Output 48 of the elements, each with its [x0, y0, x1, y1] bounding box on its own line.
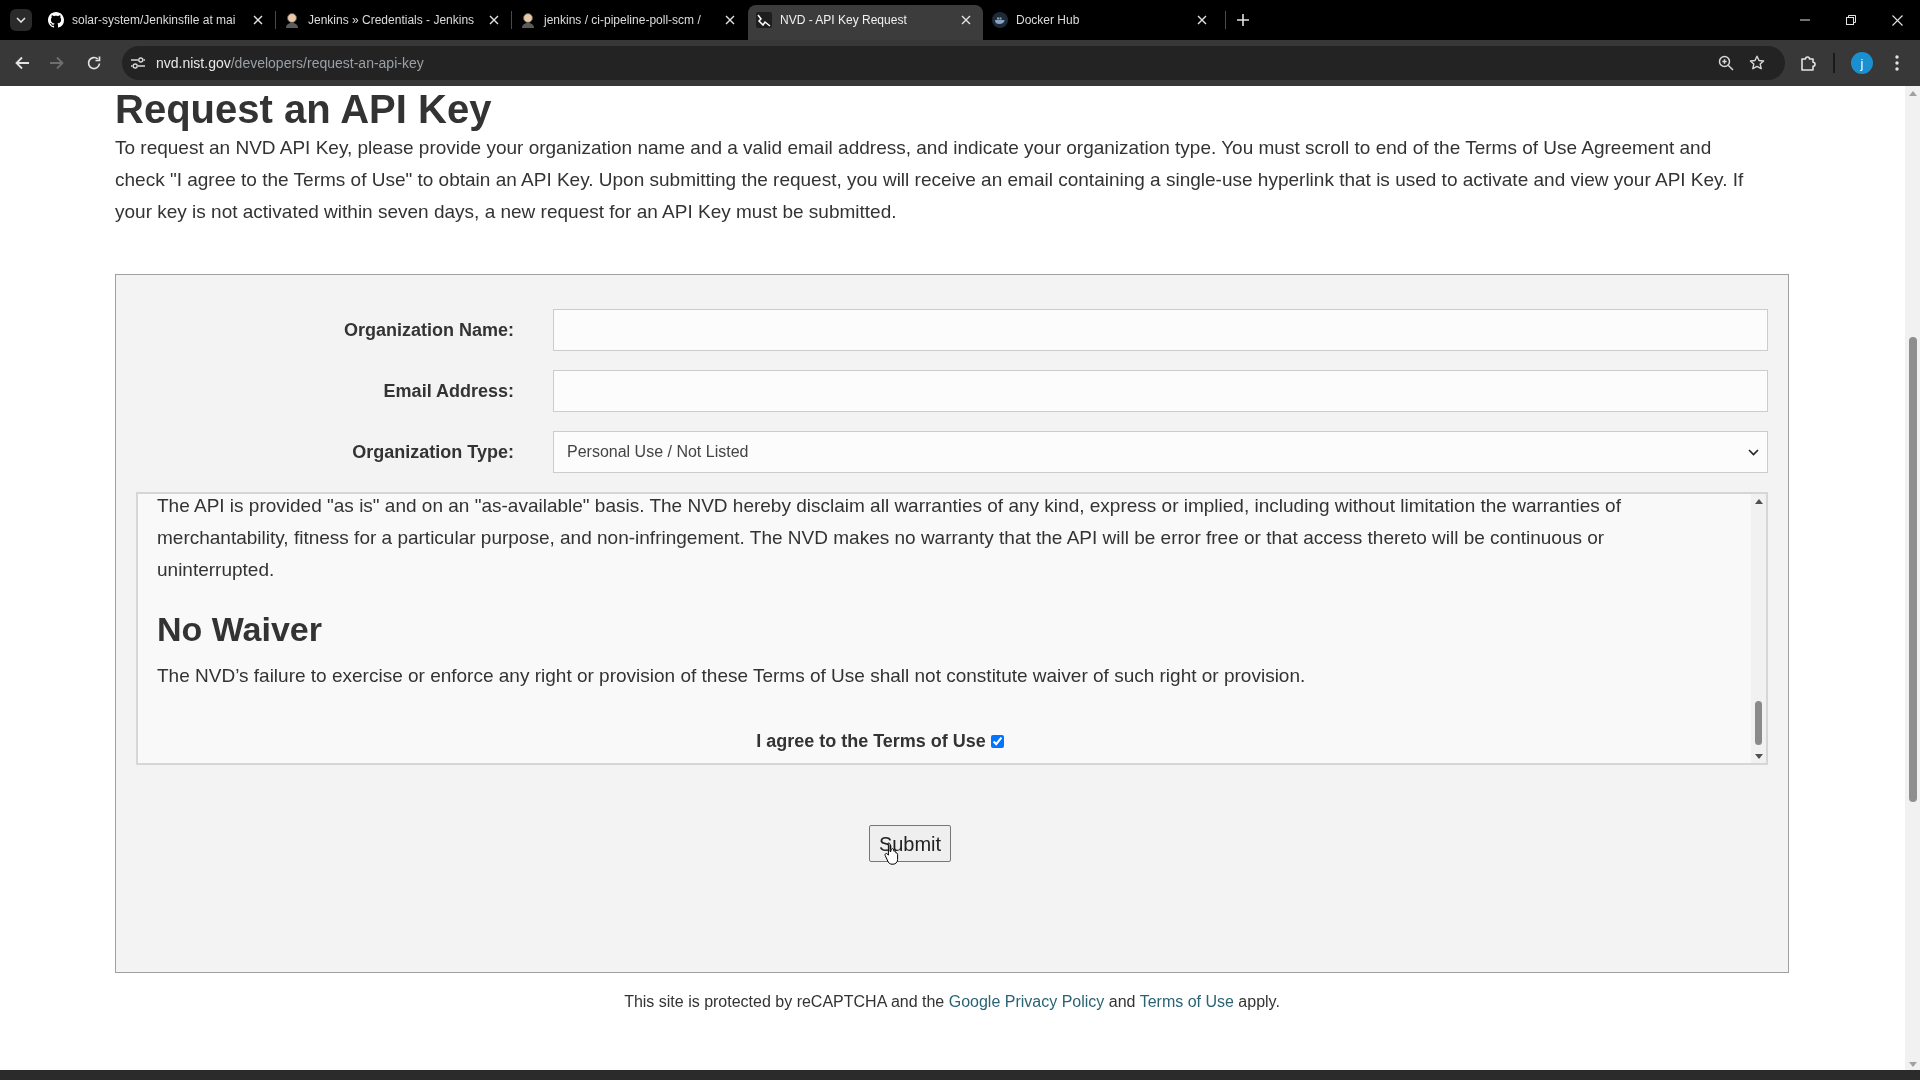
close-icon[interactable]: [253, 15, 263, 25]
magnifier-plus-icon[interactable]: [1718, 55, 1734, 71]
triangle-up-icon[interactable]: [1754, 499, 1763, 504]
address-bar[interactable]: nvd.nist.gov/developers/request-an-api-key: [122, 46, 1785, 80]
url-text: nvd.nist.gov/developers/request-an-api-key: [156, 53, 424, 73]
footer-link[interactable]: Terms of Use: [1139, 993, 1234, 1010]
terms-paragraph: The NVD’s failure to exercise or enforce any right or provision of these Terms of Use shall not constitute waiver of such right or provision.: [157, 664, 1307, 688]
round-logo-icon: [992, 12, 1008, 28]
field-label: Organization Type:: [351, 440, 514, 464]
input-field[interactable]: [553, 309, 1768, 351]
page-title: Request an API Key: [115, 86, 492, 132]
star-icon[interactable]: [1749, 55, 1765, 71]
select-field[interactable]: Personal Use / Not Listed: [553, 431, 1768, 473]
close-icon[interactable]: [725, 15, 735, 25]
scrollbar-thumb[interactable]: [1755, 701, 1762, 745]
submit-button[interactable]: Submit: [868, 825, 952, 862]
dots-menu-icon[interactable]: [1895, 55, 1899, 71]
section-heading: No Waiver: [157, 609, 323, 649]
person-icon: [520, 12, 536, 28]
scrollbar-thumb[interactable]: [1908, 337, 1917, 802]
footer-link[interactable]: Google Privacy Policy: [948, 993, 1105, 1010]
chevron-down-icon: [1748, 448, 1759, 456]
sliders-icon[interactable]: [130, 55, 146, 71]
reload-icon[interactable]: [86, 55, 102, 71]
chevron-down-icon: [16, 17, 26, 23]
restore-icon[interactable]: [1846, 15, 1856, 25]
tab-list-button[interactable]: [10, 9, 32, 31]
input-field[interactable]: [553, 370, 1768, 412]
agree-checkbox[interactable]: [990, 734, 1004, 748]
profile-button[interactable]: j: [1851, 52, 1873, 74]
close-icon[interactable]: [961, 15, 971, 25]
recaptcha-notice: This site is protected by reCAPTCHA and the Google Privacy Policy and Terms of Use apply.: [623, 992, 1281, 1012]
intro-paragraph: To request an NVD API Key, please provide your organization name and a valid email address, and indicate your organization type. You must scroll to end of the Terms of Use Agreement and check "I agree to the Terms of Use" to obtain an API Key. Upon submitting the request, you will receive an email containing a single-use hyperlink that is used to activate and view your API Key. If your key is not activated within seven days, a new request for an API Key must be submitted.: [115, 136, 1745, 224]
left-arrow-icon[interactable]: [14, 55, 30, 71]
cat-logo-icon: [48, 12, 64, 28]
field-label: Email Address:: [382, 379, 514, 403]
close-icon[interactable]: [1197, 15, 1207, 25]
person-icon: [284, 12, 300, 28]
triangle-down-icon[interactable]: [1754, 754, 1763, 759]
puzzle-icon[interactable]: [1800, 55, 1816, 71]
close-icon[interactable]: [1891, 14, 1903, 26]
terms-paragraph: The API is provided "as is" and on an "as-available" basis. The NVD hereby disclaim all warranties of any kind, express or implied, including without limitation the warranties of merchantability, fitness for a particular purpose, and non-infringement. The NVD makes no warranty that the API will be error free or that access thereto will be continuous or uninterrupted.: [157, 494, 1622, 582]
checkbox-label: I agree to the Terms of Use: [756, 729, 986, 753]
plus-icon[interactable]: [1237, 14, 1249, 26]
tab[interactable]: NVD - API Key Request: [748, 5, 983, 40]
field-label: Organization Name:: [342, 318, 514, 342]
zigzag-icon: [756, 12, 772, 28]
close-icon[interactable]: [489, 15, 499, 25]
